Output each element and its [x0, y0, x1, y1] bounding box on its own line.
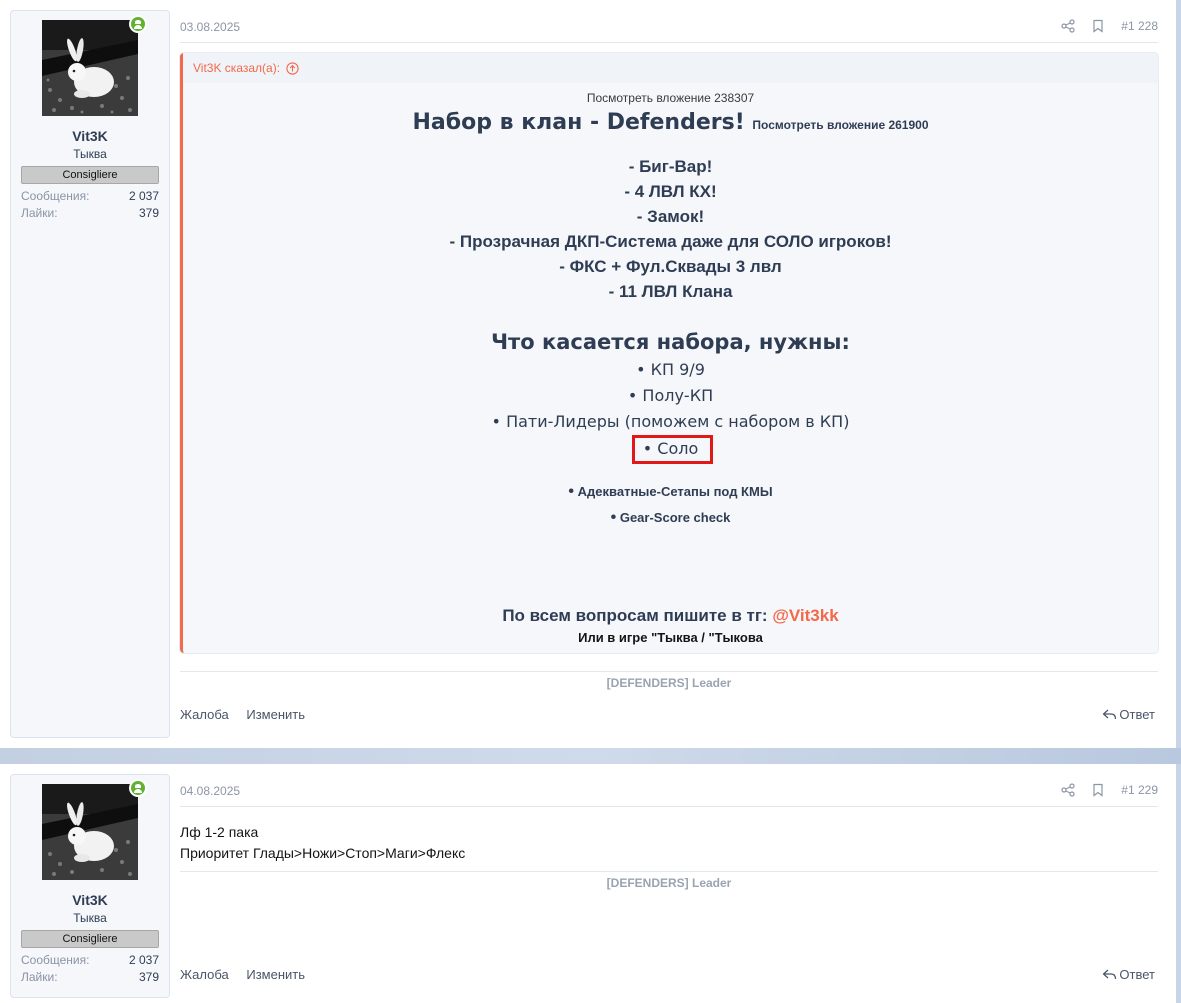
user-banner: Consigliere	[21, 930, 159, 948]
rabbit-avatar-image	[42, 784, 138, 880]
reply-button[interactable]: Ответ	[1102, 707, 1155, 722]
report-link[interactable]: Жалоба	[180, 707, 229, 722]
quote-author-label[interactable]: Vit3K сказал(а):	[193, 61, 280, 75]
divider	[180, 42, 1158, 43]
extra-text: Gear-Score check	[619, 510, 731, 525]
share-icon[interactable]	[1061, 783, 1075, 797]
signature: [DEFENDERS] Leader	[606, 876, 732, 890]
post-date[interactable]: 04.08.2025	[180, 784, 240, 798]
feature-line: - Замок!	[636, 207, 705, 226]
quote-title: Набор в клан - Defenders! Посмотреть вло…	[183, 110, 1158, 135]
report-link[interactable]: Жалоба	[180, 967, 229, 982]
signature-divider	[180, 871, 1158, 872]
body-line: Приоритет Глады>Ножи>Стоп>Маги>Флекс	[180, 845, 466, 861]
need-item: • Пати-Лидеры (поможем с набором в КП)	[491, 412, 850, 431]
post-top-actions: #1 228	[1061, 19, 1158, 33]
post-number[interactable]: #1 229	[1121, 783, 1158, 797]
bookmark-icon[interactable]	[1091, 783, 1105, 797]
need-item: • Полу-КП	[627, 386, 714, 405]
contact-line: По всем вопросам пишите в тг: @Vit3kk	[183, 606, 1158, 626]
telegram-handle[interactable]: @Vit3kk	[772, 606, 838, 625]
quote-block: Vit3K сказал(а): Посмотреть вложение 238…	[180, 53, 1158, 653]
stat-messages: Сообщения: 2 037	[21, 953, 159, 967]
username[interactable]: Vit3K	[11, 892, 169, 908]
extra-item: • Адекватные-Сетапы под КМЫ	[183, 483, 1158, 501]
post-footer-actions: Жалоба Изменить	[180, 707, 319, 722]
bullet: •	[568, 483, 575, 500]
user-cell: Vit3K Тыква Consigliere Сообщения: 2 037…	[10, 10, 170, 738]
post-1229: Vit3K Тыква Consigliere Сообщения: 2 037…	[0, 764, 1176, 1003]
stat-label: Лайки:	[21, 206, 58, 220]
needs-heading: Что касается набора, нужны:	[491, 330, 850, 354]
reply-icon	[1103, 709, 1117, 720]
user-banner: Consigliere	[21, 166, 159, 184]
stat-likes: Лайки: 379	[21, 206, 159, 220]
edit-link[interactable]: Изменить	[246, 707, 305, 722]
post-1228: Vit3K Тыква Consigliere Сообщения: 2 037…	[0, 0, 1176, 748]
stat-messages: Сообщения: 2 037	[21, 189, 159, 203]
stat-likes: Лайки: 379	[21, 970, 159, 984]
bookmark-icon[interactable]	[1091, 19, 1105, 33]
online-status-icon	[129, 779, 147, 797]
stat-value: 379	[138, 206, 159, 220]
feature-line: - Биг-Вар!	[628, 157, 713, 176]
quote-header-bar	[183, 53, 1158, 83]
title-text: Набор в клан - Defenders!	[412, 110, 745, 135]
feature-line: - Прозрачная ДКП-Система даже для СОЛО и…	[449, 232, 892, 251]
highlight-box	[632, 435, 713, 464]
arrow-up-circle-icon[interactable]	[286, 61, 299, 75]
rabbit-avatar-image	[42, 20, 138, 116]
avatar[interactable]	[42, 784, 138, 880]
stat-label: Сообщения:	[21, 189, 90, 203]
stat-value[interactable]: 2 037	[129, 953, 159, 967]
username[interactable]: Vit3K	[11, 128, 169, 144]
divider	[180, 806, 1158, 807]
extra-text: Адекватные-Сетапы под КМЫ	[577, 484, 773, 499]
extra-item: • Gear-Score check	[183, 509, 1158, 527]
bullet: •	[610, 509, 617, 526]
attachment-link[interactable]: Посмотреть вложение 261900	[752, 118, 928, 132]
signature: [DEFENDERS] Leader	[606, 676, 732, 690]
reply-icon	[1103, 969, 1117, 980]
online-status-icon	[129, 15, 147, 33]
feature-line: - ФКС + Фул.Сквады 3 лвл	[559, 257, 782, 276]
post-number[interactable]: #1 228	[1121, 19, 1158, 33]
contact-text: По всем вопросам пишите в тг:	[502, 606, 773, 625]
post-body: Лф 1-2 пака Приоритет Глады>Ножи>Стоп>Ма…	[180, 822, 465, 864]
stat-value: 379	[138, 970, 159, 984]
user-title: Тыква	[73, 911, 107, 925]
user-title: Тыква	[73, 147, 107, 161]
body-line: Лф 1-2 пака	[180, 824, 259, 840]
post-top-actions: #1 229	[1061, 783, 1158, 797]
contact-game: Или в игре "Тыква / "Тыкова	[578, 630, 763, 645]
post-date[interactable]: 03.08.2025	[180, 20, 240, 34]
stat-label: Сообщения:	[21, 953, 90, 967]
user-cell: Vit3K Тыква Consigliere Сообщения: 2 037…	[10, 774, 170, 998]
edit-link[interactable]: Изменить	[246, 967, 305, 982]
post-footer-actions: Жалоба Изменить	[180, 967, 319, 982]
need-item: • КП 9/9	[636, 360, 705, 379]
reply-label[interactable]: Ответ	[1119, 967, 1155, 982]
attachment-link[interactable]: Посмотреть вложение 238307	[183, 91, 1158, 105]
reply-button[interactable]: Ответ	[1102, 967, 1155, 982]
feature-line: - 4 ЛВЛ КХ!	[624, 182, 717, 201]
stat-value[interactable]: 2 037	[129, 189, 159, 203]
page-background-strip	[0, 748, 1181, 764]
avatar[interactable]	[42, 20, 138, 116]
stat-label: Лайки:	[21, 970, 58, 984]
share-icon[interactable]	[1061, 19, 1075, 33]
feature-line: - 11 ЛВЛ Клана	[608, 282, 733, 301]
reply-label[interactable]: Ответ	[1119, 707, 1155, 722]
quote-author[interactable]: Vit3K сказал(а):	[193, 61, 299, 75]
signature-divider	[180, 671, 1158, 672]
